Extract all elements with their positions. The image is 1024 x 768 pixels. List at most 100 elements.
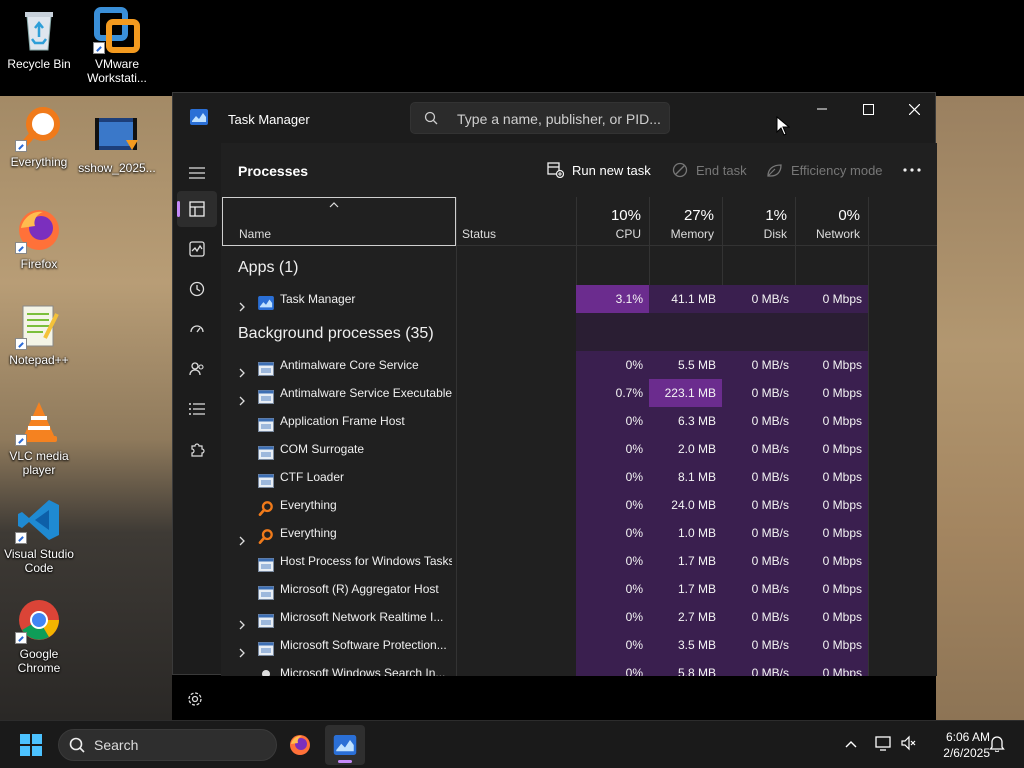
network-cell: 0 Mbps — [795, 435, 868, 463]
search-box[interactable] — [410, 102, 670, 134]
memory-cell: 2.7 MB — [649, 603, 722, 631]
nav-details[interactable] — [177, 391, 217, 427]
desktop-wallpaper-right — [936, 96, 1024, 720]
network-button[interactable] — [875, 735, 893, 756]
table-row[interactable]: COM Surrogate 0% 2.0 MB 0 MB/s 0 Mbps — [222, 435, 922, 463]
disk-cell: 0 MB/s — [722, 547, 795, 575]
show-hidden-icons-button[interactable] — [845, 735, 857, 753]
table-row[interactable]: CTF Loader 0% 8.1 MB 0 MB/s 0 Mbps — [222, 463, 922, 491]
memory-cell: 8.1 MB — [649, 463, 722, 491]
table-row[interactable]: Antimalware Core Service 0% 5.5 MB 0 MB/s 0 … — [222, 351, 922, 379]
nav-users[interactable] — [177, 351, 217, 387]
run-new-task-button[interactable]: Run new task — [547, 155, 651, 185]
nav-app-history[interactable] — [177, 271, 217, 307]
disk-cell: 0 MB/s — [722, 407, 795, 435]
table-row[interactable]: Application Frame Host 0% 6.3 MB 0 MB/s 0 Mb… — [222, 407, 922, 435]
firefox-icon — [290, 735, 310, 755]
settings-button[interactable] — [187, 691, 203, 712]
column-header-disk[interactable]: 1% Disk — [722, 197, 795, 246]
chrome-icon — [15, 596, 63, 644]
process-name: Antimalware Core Service — [280, 358, 419, 372]
network-cell: 0 Mbps — [795, 351, 868, 379]
title-bar[interactable]: Task Manager — [173, 93, 935, 143]
service-window-icon — [258, 582, 274, 600]
cpu-cell: 0% — [576, 603, 649, 631]
desktop-icon-everything[interactable]: Everything — [0, 104, 78, 169]
desktop-icon-recycle-bin[interactable]: Recycle Bin — [0, 6, 78, 71]
process-name-cell: Antimalware Core Service — [222, 351, 456, 379]
minimize-button[interactable] — [799, 93, 845, 125]
nav-services[interactable] — [177, 431, 217, 467]
clock[interactable]: 6:06 AM 2/6/2025 — [922, 729, 990, 761]
shortcut-arrow-icon — [15, 434, 27, 446]
memory-cell: 3.5 MB — [649, 631, 722, 659]
close-button[interactable] — [891, 93, 937, 125]
nav-startup-apps[interactable] — [177, 311, 217, 347]
table-row[interactable]: Task Manager 3.1% 41.1 MB 0 MB/s 0 Mbps — [222, 285, 922, 313]
services-puzzle-icon — [191, 443, 205, 457]
network-cell: 0 Mbps — [795, 547, 868, 575]
nav-rail — [173, 143, 221, 706]
desktop-icon-label: Visual Studio Code — [4, 547, 74, 575]
everything-search-icon — [258, 498, 274, 516]
shortcut-arrow-icon — [15, 242, 27, 254]
desktop-icon-firefox[interactable]: Firefox — [0, 206, 78, 271]
shortcut-arrow-icon — [15, 140, 27, 152]
column-header-name[interactable]: Name — [222, 197, 456, 246]
table-row[interactable]: Microsoft (R) Aggregator Host 0% 1.7 MB 0 M… — [222, 575, 922, 603]
maximize-button[interactable] — [845, 93, 891, 125]
desktop-icon-label: Everything — [10, 155, 68, 169]
table-row[interactable]: Host Process for Windows Tasks 0% 1.7 MB 0 … — [222, 547, 922, 575]
network-cell: 0 Mbps — [795, 285, 868, 313]
processes-icon — [189, 201, 205, 217]
table-row[interactable]: Everything 0% 24.0 MB 0 MB/s 0 Mbps — [222, 491, 922, 519]
desktop-icon-label: Recycle Bin — [7, 57, 71, 71]
taskbar-task-manager[interactable] — [325, 725, 365, 765]
cpu-cell: 0.7% — [576, 379, 649, 407]
cpu-cell: 0% — [576, 463, 649, 491]
end-task-label: End task — [696, 162, 747, 178]
table-row[interactable]: Everything 0% 1.0 MB 0 MB/s 0 Mbps — [222, 519, 922, 547]
start-button[interactable] — [20, 734, 42, 756]
end-task-button[interactable]: End task — [672, 155, 747, 185]
disk-cell: 0 MB/s — [722, 285, 795, 313]
history-icon — [189, 281, 205, 297]
table-row[interactable]: Antimalware Service Executable 0.7% 223.1 … — [222, 379, 922, 407]
more-options-button[interactable] — [897, 158, 927, 182]
table-row[interactable]: Microsoft Software Protection... 0% 3.5 MB… — [222, 631, 922, 659]
desktop-icon-label: sshow_2025... — [78, 161, 156, 175]
cpu-cell: 0% — [576, 631, 649, 659]
volume-button[interactable] — [901, 735, 917, 756]
nav-performance[interactable] — [177, 231, 217, 267]
expand-chevron-icon[interactable] — [238, 668, 246, 676]
process-name: Antimalware Service Executable — [280, 386, 452, 400]
desktop-icon-video-file[interactable]: sshow_2025... — [78, 110, 156, 175]
notifications-button[interactable] — [989, 735, 1005, 757]
close-icon — [908, 103, 920, 115]
desktop-icon-chrome[interactable]: Google Chrome — [0, 596, 78, 675]
service-window-icon — [258, 470, 274, 488]
column-header-status[interactable]: Status — [456, 197, 576, 246]
taskbar-search[interactable]: Search — [58, 729, 277, 761]
column-header-memory[interactable]: 27% Memory — [649, 197, 722, 246]
table-row[interactable]: Microsoft Windows Search In... 0% 5.8 MB 0 … — [222, 659, 922, 676]
desktop-icon-notepad-plus-plus[interactable]: Notepad++ — [0, 302, 78, 367]
column-header-cpu[interactable]: 10% CPU — [576, 197, 649, 246]
process-name: Microsoft Network Realtime I... — [280, 610, 444, 624]
column-header-network[interactable]: 0% Network — [795, 197, 868, 246]
hamburger-menu-button[interactable] — [177, 155, 217, 191]
process-name: Everything — [280, 498, 337, 512]
network-icon — [875, 736, 891, 751]
desktop-icon-vscode[interactable]: Visual Studio Code — [0, 496, 78, 575]
desktop-icon-vmware[interactable]: VMware Workstati... — [78, 6, 156, 85]
table-row[interactable]: Microsoft Network Realtime I... 0% 2.7 MB 0… — [222, 603, 922, 631]
taskbar-firefox[interactable] — [280, 725, 320, 765]
desktop-icon-vlc[interactable]: VLC media player — [0, 398, 78, 477]
nav-processes[interactable] — [177, 191, 217, 227]
search-input[interactable] — [457, 109, 662, 129]
leaf-icon — [767, 163, 782, 177]
process-name-cell: Task Manager — [222, 285, 456, 313]
efficiency-mode-button[interactable]: Efficiency mode — [766, 155, 883, 185]
process-name: Microsoft Software Protection... — [280, 638, 447, 652]
disk-cell: 0 MB/s — [722, 491, 795, 519]
